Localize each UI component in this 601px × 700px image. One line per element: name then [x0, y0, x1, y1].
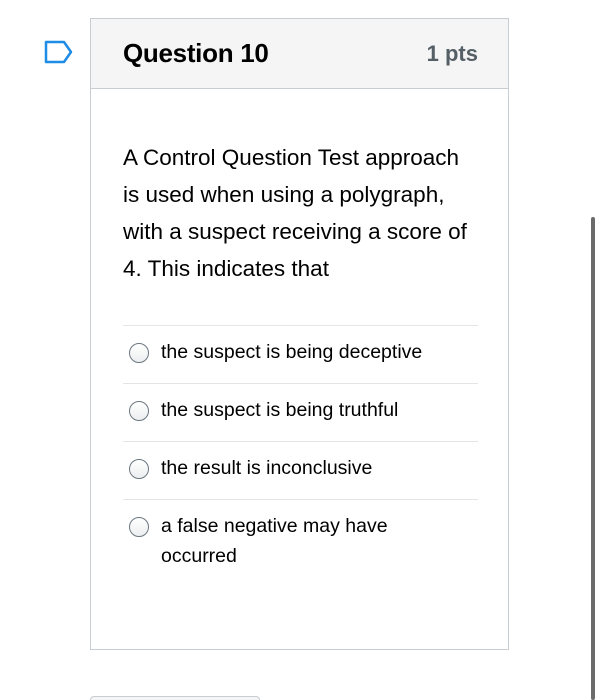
radio-button[interactable]	[129, 517, 149, 537]
question-title: Question 10	[123, 38, 269, 68]
radio-button[interactable]	[129, 343, 149, 363]
answer-option[interactable]: the suspect is being truthful	[123, 384, 478, 442]
question-text: A Control Question Test approach is used…	[123, 145, 467, 281]
question-points: 1 pts	[426, 40, 478, 66]
question-body: A Control Question Test approach is used…	[91, 89, 508, 587]
answer-label: the suspect is being deceptive	[161, 341, 423, 363]
question-header: Question 10 1 pts	[91, 19, 508, 89]
radio-button[interactable]	[129, 459, 149, 479]
radio-button[interactable]	[129, 401, 149, 421]
answer-label: the suspect is being truthful	[161, 399, 399, 421]
answer-label: a false negative may have occurred	[161, 515, 388, 567]
answer-option[interactable]: a false negative may have occurred	[123, 500, 478, 587]
flag-question-icon[interactable]	[44, 40, 74, 64]
next-question-button[interactable]	[90, 696, 260, 700]
quiz-page: Question 10 1 pts A Control Question Tes…	[0, 0, 601, 700]
scrollbar[interactable]	[591, 217, 595, 700]
answer-list: the suspect is being deceptive the suspe…	[123, 325, 478, 587]
answer-label: the result is inconclusive	[161, 457, 373, 479]
question-card: Question 10 1 pts A Control Question Tes…	[90, 18, 509, 650]
answer-option[interactable]: the result is inconclusive	[123, 442, 478, 500]
answer-option[interactable]: the suspect is being deceptive	[123, 326, 478, 384]
